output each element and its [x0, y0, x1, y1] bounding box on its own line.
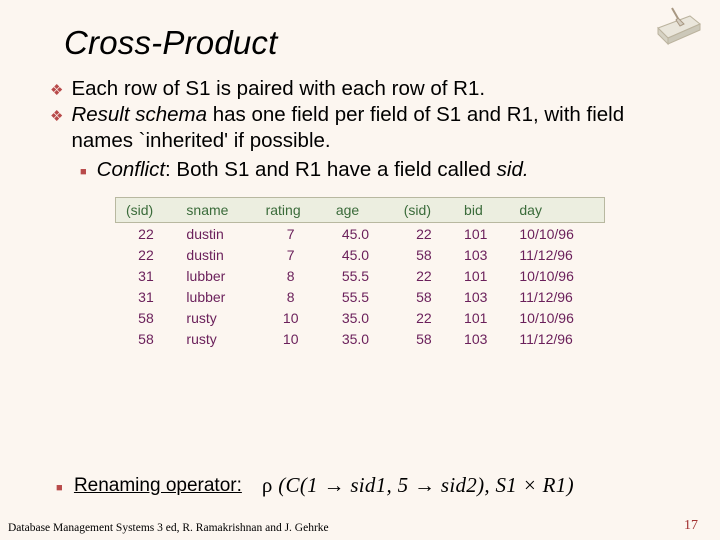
cell: 58 — [394, 286, 454, 307]
cell: 45.0 — [326, 244, 394, 265]
cell: dustin — [176, 222, 255, 244]
cell: 35.0 — [326, 328, 394, 349]
cell: 10 — [256, 307, 326, 328]
cell: 55.5 — [326, 265, 394, 286]
col-sname: sname — [176, 197, 255, 222]
table-body: 22 dustin 7 45.0 22 101 10/10/96 22 dust… — [116, 222, 605, 349]
cell: 58 — [116, 307, 177, 328]
table-row: 22 dustin 7 45.0 58 103 11/12/96 — [116, 244, 605, 265]
table-row: 22 dustin 7 45.0 22 101 10/10/96 — [116, 222, 605, 244]
renaming-formula: ρ (C(1 → sid1, 5 → sid2), S1 × R1) — [262, 473, 574, 498]
sub-bullet-item: ■ Conflict: Both S1 and R1 have a field … — [80, 157, 690, 183]
diamond-bullet-icon: ❖ — [50, 81, 63, 102]
italic-term: Conflict — [97, 158, 165, 181]
cell: 10/10/96 — [509, 265, 604, 286]
cell: lubber — [176, 265, 255, 286]
cell: 8 — [256, 265, 326, 286]
cell: 31 — [116, 286, 177, 307]
cell: 58 — [394, 244, 454, 265]
cell: 22 — [116, 244, 177, 265]
cross-product-table: (sid) sname rating age (sid) bid day 22 … — [115, 197, 605, 349]
footer-text: Database Management Systems 3 ed, R. Ram… — [8, 522, 329, 534]
cell: 10/10/96 — [509, 222, 604, 244]
col-sid1: (sid) — [116, 197, 177, 222]
sub-bullet-text: Conflict: Both S1 and R1 have a field ca… — [97, 157, 690, 183]
cell: 11/12/96 — [509, 328, 604, 349]
col-bid: bid — [454, 197, 509, 222]
col-age: age — [326, 197, 394, 222]
sub-text-mid: : Both S1 and R1 have a field called — [165, 158, 497, 181]
renaming-row: ■ Renaming operator: ρ (C(1 → sid1, 5 → … — [56, 473, 574, 498]
cell: 22 — [394, 222, 454, 244]
cell: 7 — [256, 222, 326, 244]
cell: 8 — [256, 286, 326, 307]
table-row: 58 rusty 10 35.0 58 103 11/12/96 — [116, 328, 605, 349]
slide-title: Cross-Product — [64, 24, 690, 62]
bullet-text: Each row of S1 is paired with each row o… — [71, 76, 690, 102]
cell: 101 — [454, 265, 509, 286]
col-day: day — [509, 197, 604, 222]
cell: 22 — [394, 265, 454, 286]
cell: 10 — [256, 328, 326, 349]
cell: 103 — [454, 328, 509, 349]
cell: lubber — [176, 286, 255, 307]
table-row: 31 lubber 8 55.5 58 103 11/12/96 — [116, 286, 605, 307]
bullet-item: ❖ Result schema has one field per field … — [50, 102, 690, 154]
cell: 22 — [394, 307, 454, 328]
cell: 11/12/96 — [509, 244, 604, 265]
renaming-label: Renaming operator: — [74, 475, 242, 496]
cell: 55.5 — [326, 286, 394, 307]
renaming-bullet: ■ Renaming operator: — [56, 475, 242, 497]
cell: rusty — [176, 307, 255, 328]
corner-graphic — [650, 4, 704, 48]
cell: 45.0 — [326, 222, 394, 244]
cell: 103 — [454, 244, 509, 265]
cell: 7 — [256, 244, 326, 265]
cell: 101 — [454, 222, 509, 244]
bullet-item: ❖ Each row of S1 is paired with each row… — [50, 76, 690, 102]
bullet-list: ❖ Each row of S1 is paired with each row… — [50, 76, 690, 183]
cell: 11/12/96 — [509, 286, 604, 307]
page-number: 17 — [684, 518, 698, 534]
square-bullet-icon: ■ — [80, 165, 87, 183]
cell: 10/10/96 — [509, 307, 604, 328]
diamond-bullet-icon: ❖ — [50, 107, 63, 154]
col-sid2: (sid) — [394, 197, 454, 222]
cell: 35.0 — [326, 307, 394, 328]
table-row: 58 rusty 10 35.0 22 101 10/10/96 — [116, 307, 605, 328]
cell: 22 — [116, 222, 177, 244]
slide: Cross-Product ❖ Each row of S1 is paired… — [0, 0, 720, 540]
square-bullet-icon: ■ — [56, 482, 63, 494]
bullet-text: Result schema has one field per field of… — [71, 102, 690, 154]
cell: 101 — [454, 307, 509, 328]
result-table: (sid) sname rating age (sid) bid day 22 … — [115, 197, 605, 349]
table-header-row: (sid) sname rating age (sid) bid day — [116, 197, 605, 222]
cell: rusty — [176, 328, 255, 349]
italic-term: sid. — [497, 158, 529, 181]
col-rating: rating — [256, 197, 326, 222]
cell: 58 — [394, 328, 454, 349]
cell: 58 — [116, 328, 177, 349]
cell: 103 — [454, 286, 509, 307]
table-row: 31 lubber 8 55.5 22 101 10/10/96 — [116, 265, 605, 286]
cell: dustin — [176, 244, 255, 265]
italic-term: Result schema — [71, 103, 207, 126]
cell: 31 — [116, 265, 177, 286]
